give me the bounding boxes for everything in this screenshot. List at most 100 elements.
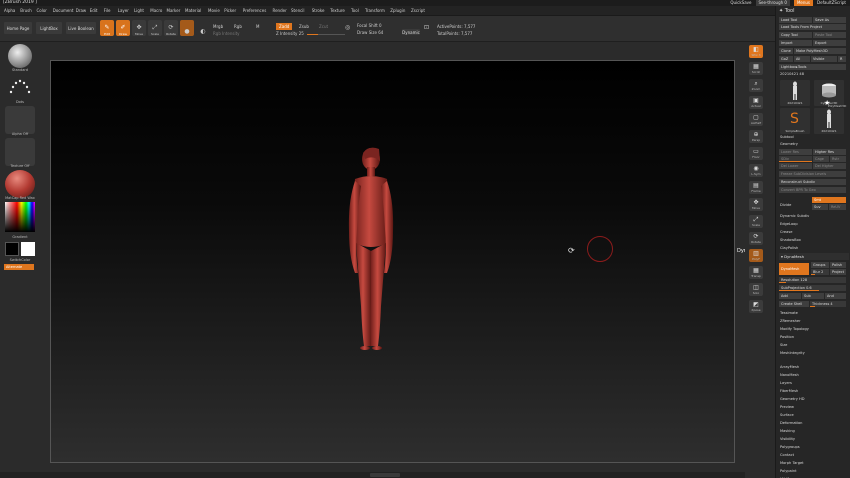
menu-preferences[interactable]: Preferences [243,6,267,16]
tessimate-section[interactable]: Tessimate [780,310,798,316]
section-visibility[interactable]: Visibility [780,436,795,442]
sculpt-model[interactable] [51,61,736,464]
save-as-button[interactable]: Save As [813,17,846,23]
menu-marker[interactable]: Marker [167,6,181,16]
draw-mode-button[interactable]: ✐ Draw [116,20,130,36]
copy-tool-button[interactable]: Copy Tool [779,32,812,38]
alpha-thumbnail[interactable] [5,106,35,134]
shelf-persp-button[interactable]: ⊕ Persp [749,130,763,143]
sub-button[interactable]: Sub [802,293,824,299]
rstr-button[interactable]: Rstr [830,156,846,162]
section-preview[interactable]: Preview [780,404,794,410]
shelf-solo-button[interactable]: ◫ Solo [749,283,763,296]
color-mode-button[interactable]: ◐ [196,20,210,36]
crease-section[interactable]: Crease [780,229,792,235]
section-geometry-hd[interactable]: Geometry HD [780,396,805,402]
add-button[interactable]: Add [779,293,801,299]
polish-toggle[interactable]: Polish [830,262,846,268]
dynamesh-section-header[interactable]: ▾ DynaMesh [779,253,849,260]
menu-texture[interactable]: Texture [330,6,345,16]
dynamic-button[interactable]: Dynamic [402,29,420,35]
texture-thumbnail[interactable] [5,138,35,166]
goz-visible-button[interactable]: Visible [811,56,837,62]
groups-toggle[interactable]: Groups [811,262,829,268]
section-layers[interactable]: Layers [780,380,792,386]
menu-light[interactable]: Light [134,6,144,16]
menu-brush[interactable]: Brush [20,6,32,16]
reconstruct-subdiv-button[interactable]: Reconstruct Subdiv [779,179,846,185]
goz-all-button[interactable]: All [794,56,810,62]
load-tool-button[interactable]: Load Tool [779,17,812,23]
dynamesh-button[interactable]: DynaMesh [779,263,809,275]
shelf-aahalf-button[interactable]: ▢ AAHalf [749,113,763,126]
lightbox-button[interactable]: LightBox [36,22,62,34]
switch-color-button[interactable]: SwitchColor [4,258,36,262]
secondary-color-swatch[interactable] [21,242,35,256]
material-thumbnail[interactable] [5,170,35,198]
shadowbox-section[interactable]: ShadowBox [780,237,801,243]
shelf-xpose-button[interactable]: ◩ Xpose [749,300,763,313]
project-toggle[interactable]: Project [830,269,846,275]
shelf-transp-button[interactable]: ▦ Transp [749,266,763,279]
rotate-mode-button[interactable]: ⟳ Rotate [164,20,178,36]
shelf-scroll-button[interactable]: ▦ Scroll [749,62,763,75]
shelf-spix-3-button[interactable]: ◧ SPix 3 [749,45,763,58]
geometry-section[interactable]: Geometry [780,141,798,147]
import-button[interactable]: Import [779,40,812,46]
paste-tool-button[interactable]: Paste Tool [813,32,846,38]
shelf-move-button[interactable]: ✥ Move [749,198,763,211]
zsub-button[interactable]: Zsub [299,24,309,29]
load-tools-from-project-button[interactable]: Load Tools From Project [779,24,846,30]
resolution-slider[interactable]: Resolution 128 [779,277,846,283]
menu-layer[interactable]: Layer [118,6,129,16]
section-morph-target[interactable]: Morph Target [780,460,804,466]
lightbox-tools-button[interactable]: Lightbox▸Tools [779,64,846,70]
dynamic-subdiv-section[interactable]: Dynamic Subdiv [780,213,809,219]
tool-thumb-1[interactable]: 20210421 [780,80,810,106]
create-shell-button[interactable]: Create Shell [779,301,809,307]
scale-mode-button[interactable]: ⤢ Scale [148,20,162,36]
goz-button[interactable]: GoZ [779,56,793,62]
edgeloop-section[interactable]: EdgeLoop [780,221,798,227]
section-polypaint[interactable]: Polypaint [780,468,797,474]
del-lower-button[interactable]: Del Lower [779,163,812,169]
shelf-zoom-button[interactable]: ⌕ Zoom [749,79,763,92]
modify-topology-section[interactable]: Modify Topology [780,326,809,332]
section-fibermesh[interactable]: FiberMesh [780,388,798,394]
menu-document[interactable]: Document [53,6,74,16]
section-surface[interactable]: Surface [780,412,794,418]
menu-picker[interactable]: Picker [224,6,236,16]
thickness-slider[interactable]: Thickness 4 [810,301,846,307]
freeze-subdiv-button[interactable]: Freeze SubDivision Levels [779,171,846,177]
tool-thumb-4[interactable]: 20210421 [814,108,844,134]
menu-draw[interactable]: Draw [76,6,86,16]
reuv-toggle[interactable]: ReUV [829,204,846,210]
higher-res-button[interactable]: Higher Res [813,149,846,155]
blur-slider[interactable]: Blur 2 [811,269,829,275]
convert-bpr-button[interactable]: Convert BPR To Geo [779,187,846,193]
clone-button[interactable]: Clone [779,48,793,54]
menu-alpha[interactable]: Alpha [4,6,15,16]
tool-thumb-3[interactable]: S SimpleBrush [780,108,810,134]
menu-stencil[interactable]: Stencil [291,6,305,16]
suv-toggle[interactable]: Suv [812,204,828,210]
draw-size-slider[interactable]: Draw Size 64 [357,30,383,35]
divide-button[interactable]: Divide [780,202,791,208]
subprojection-slider[interactable]: SubProjection 0.6 [779,285,846,291]
menu-zplugin[interactable]: Zplugin [390,6,405,16]
zadd-button[interactable]: Zadd [276,23,293,30]
zremesher-section[interactable]: ZRemesher [780,318,801,324]
rgb-button[interactable]: Rgb [234,24,242,29]
menu-edit[interactable]: Edit [90,6,98,16]
shelf-polyf-button[interactable]: ▥ PolyF [749,249,763,262]
menu-stroke[interactable]: Stroke [312,6,325,16]
lower-res-button[interactable]: Lower Res [779,149,812,155]
z-intensity-slider[interactable]: Z Intensity 25 [276,31,345,36]
home-page-button[interactable]: Home Page [4,22,32,34]
menu-transform[interactable]: Transform [365,6,385,16]
section-masking[interactable]: Masking [780,428,795,434]
stroke-thumbnail[interactable] [5,74,35,102]
section-arraymesh[interactable]: ArrayMesh [780,364,799,370]
mrgb-button[interactable]: Mrgb [213,24,223,29]
shelf-rotate-button[interactable]: ⟳ Rotate [749,232,763,245]
